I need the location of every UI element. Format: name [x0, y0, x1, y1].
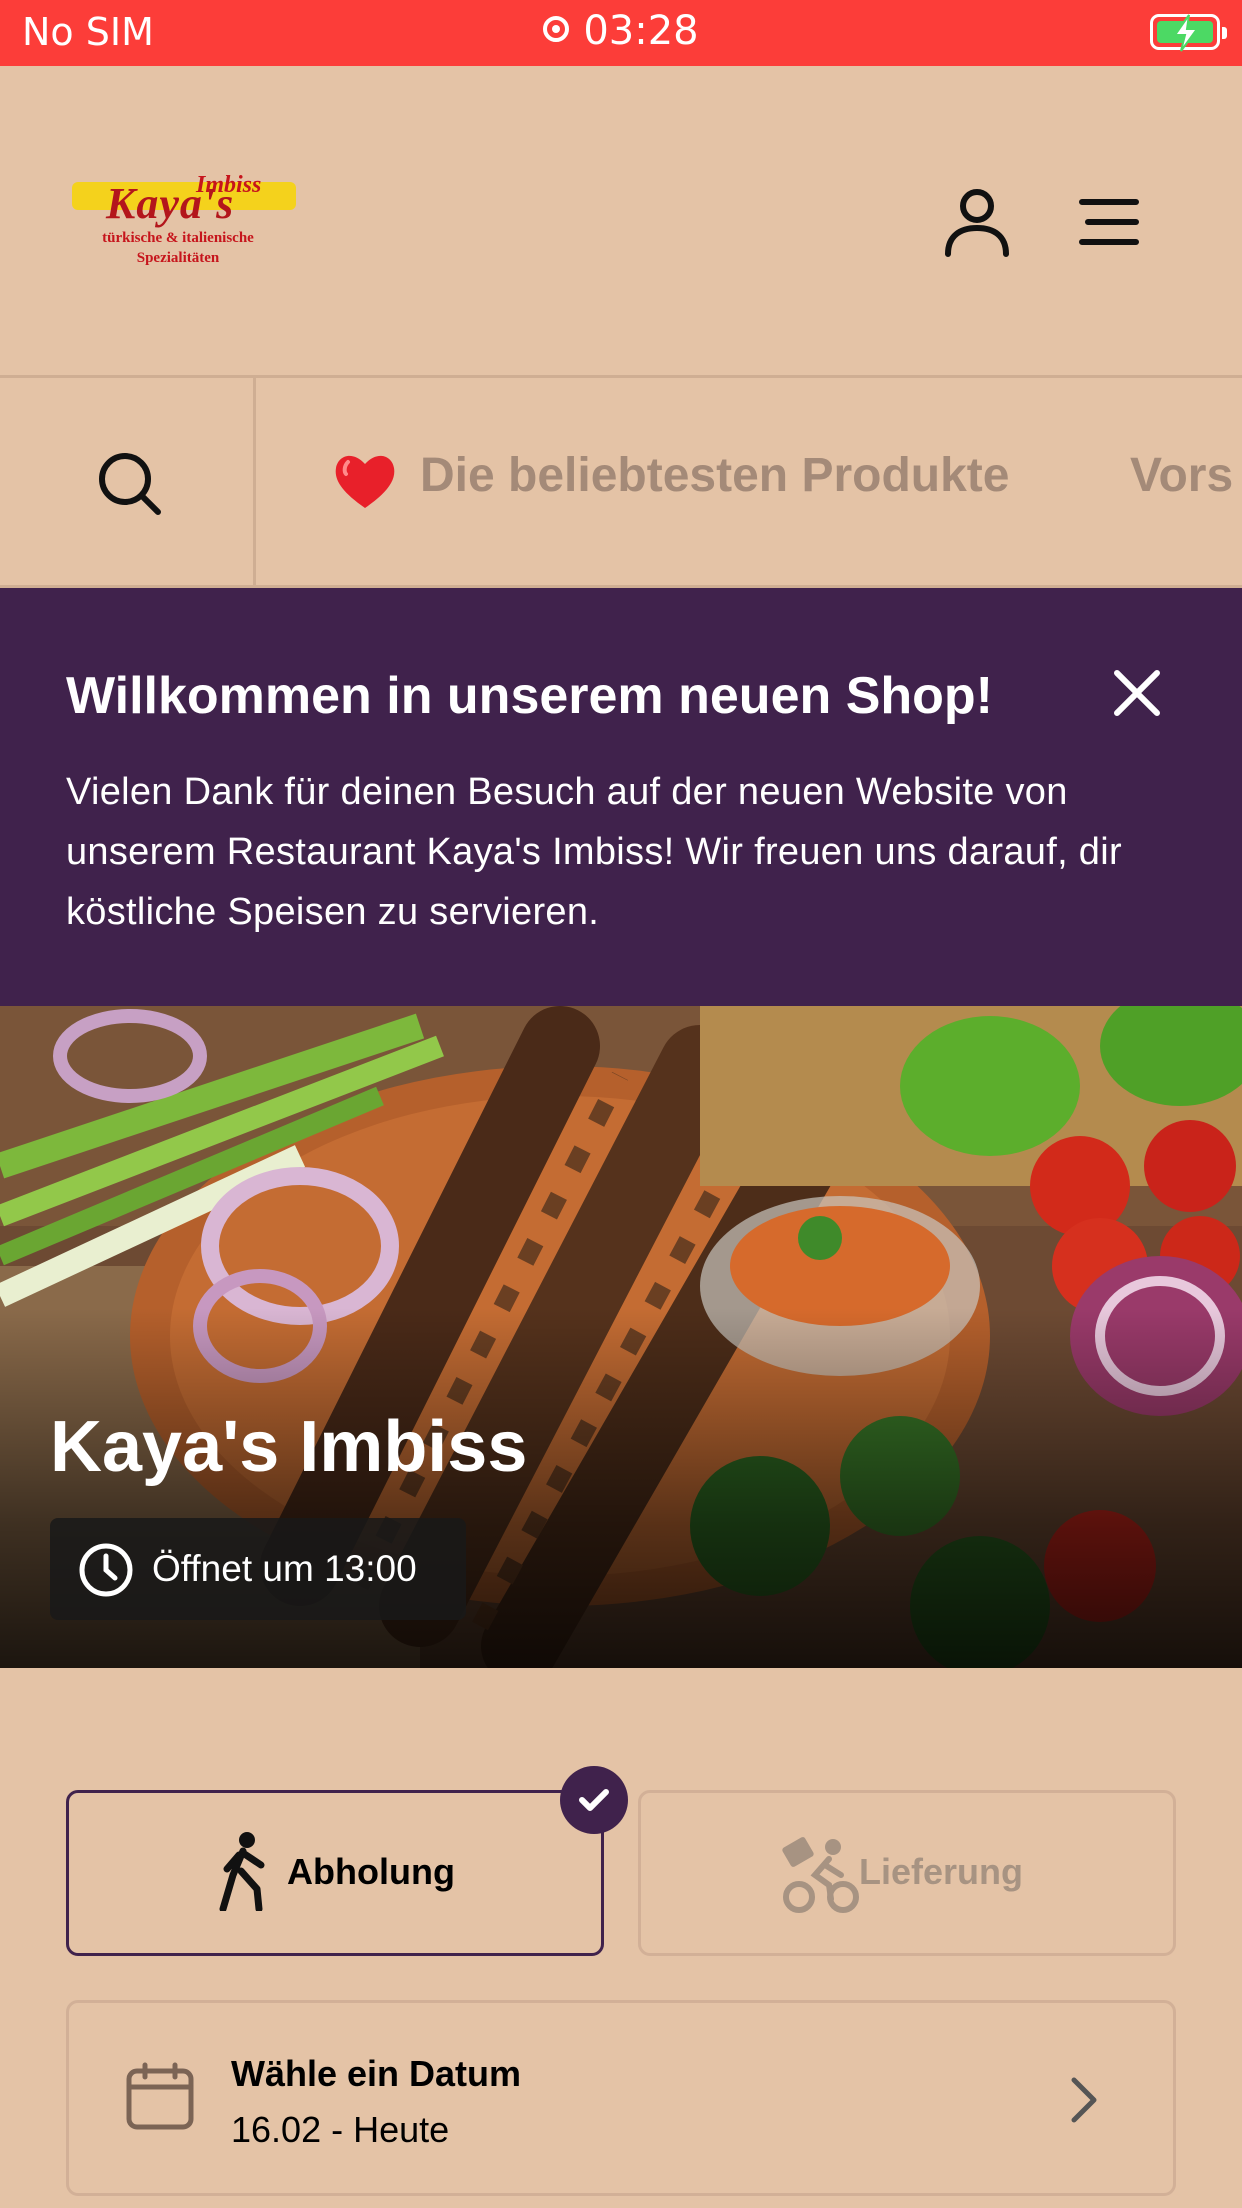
walking-person-icon	[219, 1832, 265, 1911]
category-tabs: Die beliebtesten Produkte Vors	[0, 378, 1242, 588]
status-bar: No SIM 03:28	[0, 0, 1242, 66]
account-icon[interactable]	[940, 184, 1014, 263]
status-time: 03:28	[583, 8, 699, 54]
welcome-banner: Willkommen in unserem neuen Shop! Vielen…	[0, 588, 1242, 1006]
clock-icon	[79, 1543, 133, 1597]
search-button[interactable]	[0, 378, 256, 585]
tab-next-category[interactable]: Vors	[1130, 448, 1233, 503]
close-icon[interactable]	[1112, 668, 1162, 718]
pickup-label: Abholung	[287, 1851, 455, 1892]
pickup-option[interactable]: Abholung	[66, 1790, 604, 1956]
battery-charging-icon	[1150, 14, 1227, 52]
delivery-label: Lieferung	[859, 1851, 1024, 1892]
tab-popular-products[interactable]: Die beliebtesten Produkte	[420, 448, 1009, 503]
heart-icon	[332, 448, 398, 514]
logo-tagline: türkische & italienische Spezialitäten	[102, 230, 254, 266]
opening-hours-text: Öffnet um 13:00	[152, 1548, 417, 1589]
delivery-option[interactable]: Lieferung	[638, 1790, 1176, 1956]
status-time-group: 03:28	[0, 8, 1242, 54]
banner-title: Willkommen in unserem neuen Shop!	[66, 667, 993, 725]
menu-icon[interactable]	[1078, 198, 1140, 251]
banner-text: Vielen Dank für deinen Besuch auf der ne…	[66, 771, 1122, 933]
delivery-bike-icon	[782, 1837, 859, 1913]
opening-hours-badge: Öffnet um 13:00	[50, 1518, 466, 1620]
search-icon	[99, 453, 161, 515]
selected-check-icon	[560, 1766, 628, 1834]
app-header: Imbiss Kaya's türkische & italienische S…	[0, 66, 1242, 378]
calendar-icon	[126, 2062, 194, 2130]
date-picker-title: Wähle ein Datum	[231, 2053, 522, 2094]
date-picker[interactable]: Wähle ein Datum 16.02 - Heute	[66, 2000, 1176, 2196]
logo-name-text: Kaya's	[106, 179, 235, 228]
screen-recording-icon	[543, 16, 570, 42]
restaurant-logo[interactable]: Imbiss Kaya's türkische & italienische S…	[66, 168, 296, 278]
date-picker-value: 16.02 - Heute	[231, 2109, 450, 2150]
hero-image: Kaya's Imbiss Öffnet um 13:00	[0, 1006, 1242, 1668]
chevron-right-icon	[1071, 2077, 1097, 2123]
restaurant-name: Kaya's Imbiss	[50, 1407, 528, 1487]
